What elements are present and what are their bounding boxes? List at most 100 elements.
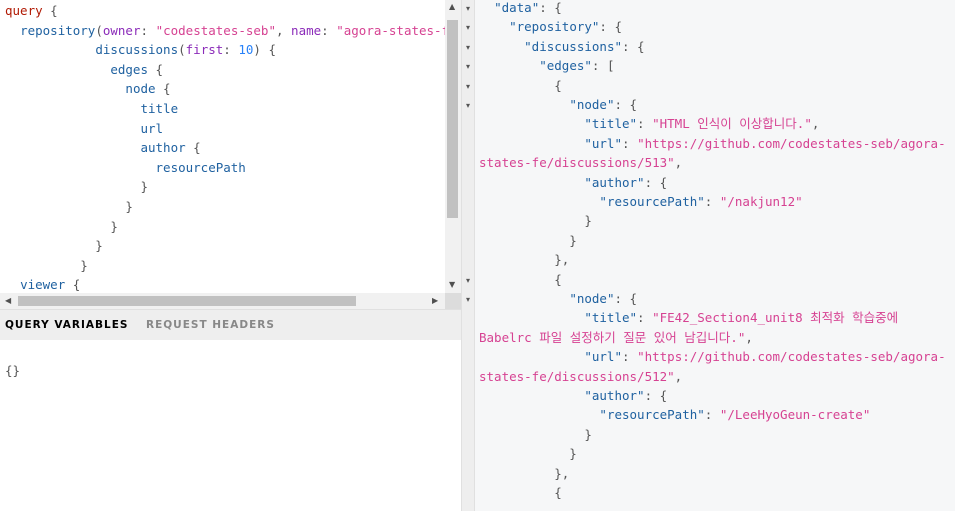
query-horizontal-scrollbar[interactable]: ◀ ▶ [0, 293, 445, 309]
fold-toggle-icon[interactable]: ▾ [462, 101, 474, 110]
code-line: }, [479, 250, 569, 269]
code-token: discussions [95, 42, 179, 58]
code-token: "https://github.com/codestates-seb/agora… [637, 135, 946, 151]
scroll-left-arrow-icon[interactable]: ◀ [5, 296, 11, 305]
code-token: : { [644, 388, 668, 403]
fold-toggle-icon[interactable]: ▾ [462, 295, 474, 304]
fold-toggle-icon[interactable]: ▾ [462, 4, 474, 13]
code-line: "author": { [479, 173, 667, 192]
code-line: "resourcePath": "/LeeHyoGeun-create" [479, 405, 870, 424]
code-token: } [5, 257, 88, 273]
code-token: : [223, 42, 239, 58]
code-token: "HTML 인식이 이상합니다." [652, 116, 812, 132]
code-line: "title": "FE42_Section4_unit8 최적화 학습중에 [479, 308, 898, 327]
code-line: "edges": [ [479, 56, 614, 75]
code-line: "discussions": { [479, 37, 644, 56]
code-token: { [148, 61, 164, 77]
fold-toggle-icon[interactable]: ▾ [462, 82, 474, 91]
query-vertical-scrollbar[interactable]: ▲ ▼ [445, 0, 461, 293]
code-line: { [479, 483, 562, 502]
query-editor[interactable]: query { repository(owner: "codestates-se… [0, 0, 445, 293]
code-token: } [479, 446, 577, 462]
code-line: } [479, 231, 577, 250]
code-token: "node" [569, 291, 615, 306]
tab-query-variables[interactable]: QUERY VARIABLES [5, 310, 128, 340]
code-token: "FE42_Section4_unit8 최적화 학습중에 [652, 310, 899, 326]
code-token: } [5, 199, 133, 214]
code-token: } [479, 213, 592, 229]
code-token: "data" [494, 0, 540, 15]
code-token: } [5, 179, 148, 195]
variables-text: {} [5, 363, 21, 378]
horizontal-scroll-thumb[interactable] [18, 296, 356, 306]
code-token: title [140, 101, 179, 116]
code-token: { [479, 77, 562, 93]
variables-editor[interactable]: {} [0, 340, 461, 511]
code-token: name [291, 22, 322, 38]
code-line: url [5, 119, 163, 139]
code-token: "codestates-seb" [155, 22, 276, 38]
code-line: { [479, 270, 562, 289]
code-token: ( [95, 22, 103, 38]
code-token: : [704, 407, 720, 423]
code-line: edges { [5, 60, 163, 80]
fold-toggle-icon[interactable]: ▾ [462, 276, 474, 285]
tab-request-headers[interactable]: REQUEST HEADERS [146, 310, 275, 340]
scroll-up-arrow-icon[interactable]: ▲ [449, 2, 455, 11]
code-line: states-fe/discussions/512", [479, 367, 682, 386]
code-line: resourcePath [5, 158, 246, 178]
code-token: }, [479, 252, 570, 268]
code-token: : [637, 116, 653, 132]
fold-toggle-icon[interactable]: ▾ [462, 23, 474, 32]
code-token: "agora-states-fe" [336, 22, 445, 38]
code-line: } [479, 444, 577, 463]
variables-tab-bar: QUERY VARIABLES REQUEST HEADERS [0, 309, 461, 341]
code-token: { [185, 140, 201, 156]
code-token: first [185, 42, 224, 58]
code-token: "resourcePath" [599, 407, 705, 423]
fold-toggle-icon[interactable]: ▾ [462, 62, 474, 71]
code-token: url [140, 120, 164, 136]
result-viewer: "data": { "repository": { "discussions":… [475, 0, 955, 511]
code-token: node [125, 81, 156, 97]
query-pane: query { repository(owner: "codestates-se… [0, 0, 461, 511]
scroll-right-arrow-icon[interactable]: ▶ [432, 296, 438, 305]
code-token: , [674, 368, 683, 384]
code-token: "resourcePath" [599, 194, 705, 209]
code-token: states-fe/discussions/512" [479, 368, 675, 384]
code-token: repository [20, 22, 96, 38]
code-token: : { [644, 174, 668, 190]
code-line: title [5, 99, 178, 119]
code-line: } [5, 256, 88, 276]
code-line: Babelrc 파일 설정하기 질문 있어 남깁니다.", [479, 328, 753, 347]
code-line: discussions(first: 10) { [5, 40, 276, 60]
code-line: author { [5, 138, 201, 158]
code-line: } [5, 217, 118, 237]
code-line: "node": { [479, 95, 637, 114]
vertical-scroll-thumb[interactable] [447, 20, 458, 218]
code-line: } [5, 236, 103, 256]
code-token: : [622, 349, 638, 365]
fold-toggle-icon[interactable]: ▾ [462, 43, 474, 52]
code-line: } [479, 425, 592, 444]
code-token: "author" [584, 174, 645, 190]
code-token: , [275, 22, 292, 38]
code-token: "https://github.com/codestates-seb/agora… [637, 349, 946, 365]
result-fold-gutter: ▾ ▾ ▾ ▾ ▾ ▾ ▾ ▾ [462, 0, 474, 511]
code-token: { [42, 3, 58, 18]
scroll-down-arrow-icon[interactable]: ▼ [449, 280, 455, 289]
code-token: { [155, 81, 171, 97]
code-token: { [65, 277, 81, 293]
